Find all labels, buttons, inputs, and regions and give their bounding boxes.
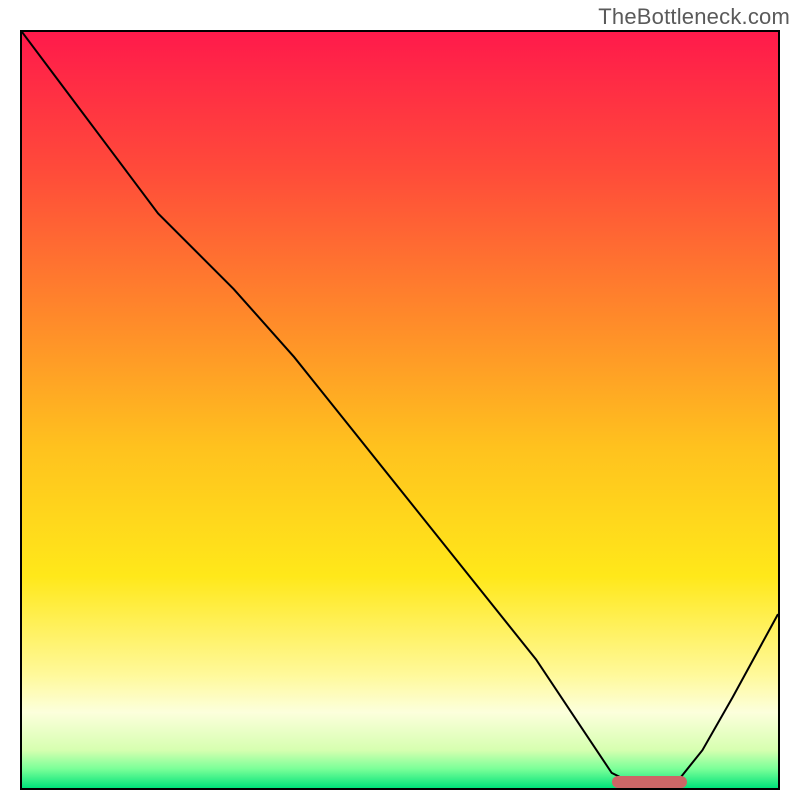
chart-plot-area: [20, 30, 780, 790]
watermark-text: TheBottleneck.com: [598, 4, 790, 30]
optimal-range-marker: [612, 776, 688, 788]
bottleneck-curve: [22, 32, 778, 788]
